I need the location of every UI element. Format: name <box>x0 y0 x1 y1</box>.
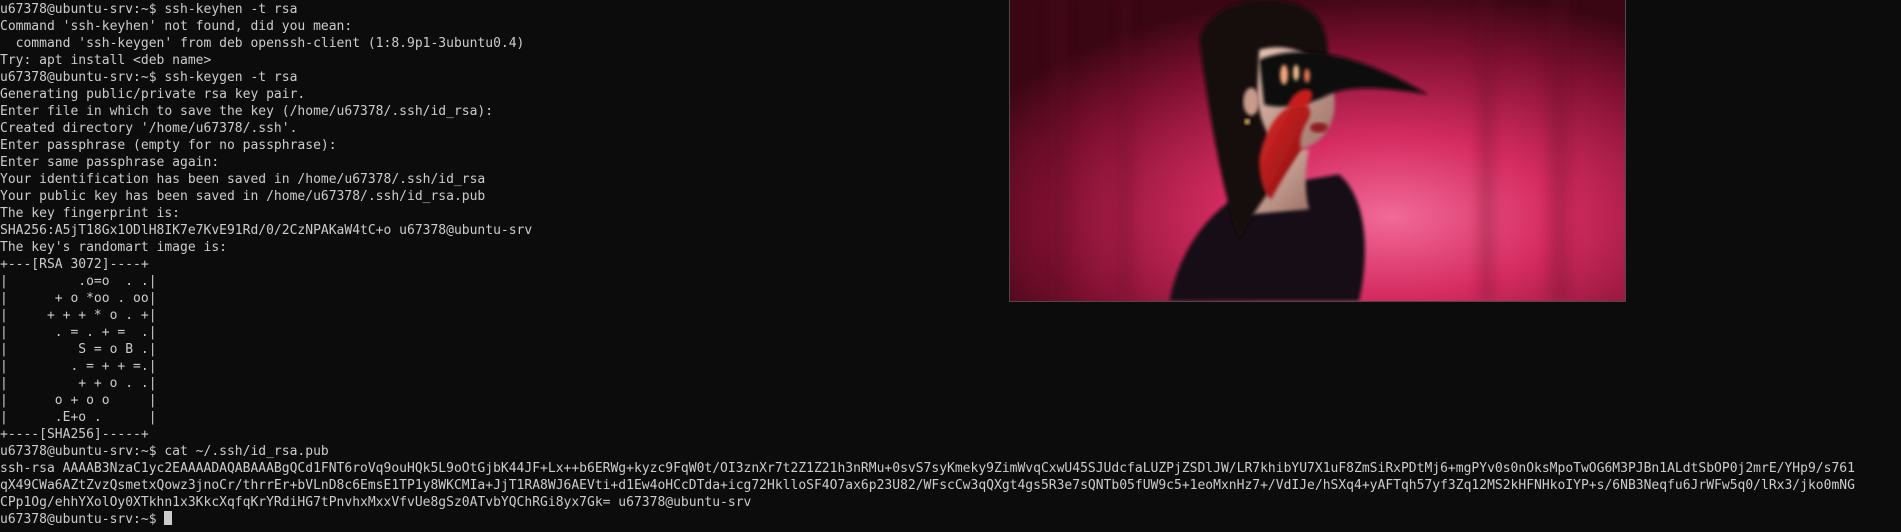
portrait-photo <box>1010 0 1625 301</box>
terminal-line: | + + + * o . +| <box>0 308 157 323</box>
terminal-line: qX49CWa6AZtZvzQsmetxQowz3jnoCr/thrrEr+bV… <box>0 478 1855 493</box>
terminal-line: | .E+o . | <box>0 410 157 425</box>
terminal-line: | . = + + =.| <box>0 359 157 374</box>
terminal-line: | S = o B .| <box>0 342 157 357</box>
terminal-prompt-line[interactable]: u67378@ubuntu-srv:~$ <box>0 511 1901 528</box>
photo-overlay-window[interactable] <box>1009 0 1626 302</box>
terminal-line: +----[SHA256]-----+ <box>0 427 149 442</box>
terminal-line: | . = . + = .| <box>0 325 157 340</box>
terminal-line: u67378@ubuntu-srv:~$ cat ~/.ssh/id_rsa.p… <box>0 444 329 459</box>
terminal-line: | o + o o | <box>0 393 157 408</box>
terminal-line: ssh-rsa AAAAB3NzaC1yc2EAAAADAQABAAABgQCd… <box>0 461 1855 476</box>
terminal-prompt: u67378@ubuntu-srv:~$ <box>0 512 165 527</box>
terminal-cursor <box>164 511 173 525</box>
terminal-line: CPp1Og/ehhYXolOy0XTkhn1x3KkcXqfqKrYRdiHG… <box>0 495 752 510</box>
terminal-line: | + + o . .| <box>0 376 157 391</box>
